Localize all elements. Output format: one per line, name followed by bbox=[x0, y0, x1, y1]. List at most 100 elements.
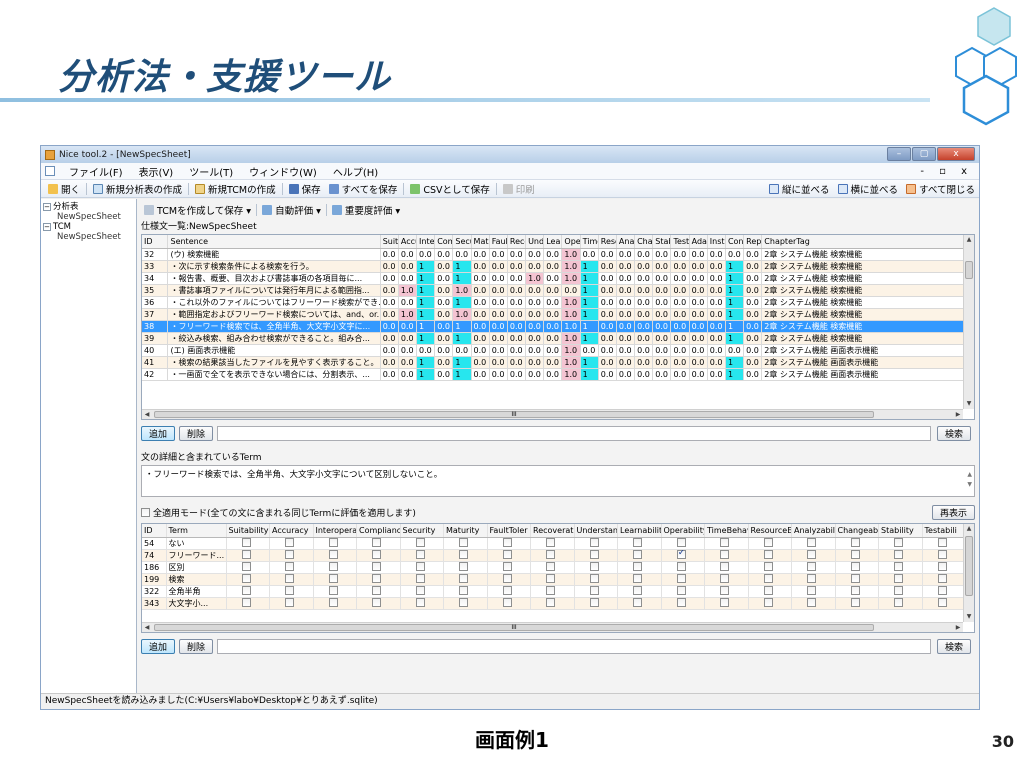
sentence-cell[interactable]: ・報告書、概要、目次および書誌事項の各項目毎に... bbox=[167, 272, 381, 285]
score-cell[interactable]: 0.0 bbox=[689, 368, 708, 381]
scroll-right-icon[interactable]: ▶ bbox=[953, 410, 963, 419]
score-cell[interactable]: 1 bbox=[452, 272, 472, 285]
term-vertical-scrollbar[interactable]: ▲ ▼ bbox=[963, 524, 974, 622]
characteristic-checkbox[interactable] bbox=[372, 561, 382, 571]
maximize-button[interactable]: ▢ bbox=[912, 147, 936, 161]
characteristic-checkbox[interactable] bbox=[763, 573, 773, 583]
characteristic-checkbox[interactable] bbox=[937, 573, 947, 583]
column-header[interactable]: Char bbox=[634, 235, 654, 249]
score-cell[interactable]: 0.0 bbox=[471, 248, 490, 261]
score-cell[interactable]: 0.0 bbox=[634, 332, 654, 345]
column-header[interactable]: Repl bbox=[743, 235, 763, 249]
table-row[interactable]: 33 ・次に示す検索条件による検索を行う。 0.0 0.0 1 0.0 1 0.0 0.0 0.0… bbox=[142, 260, 964, 273]
score-cell[interactable]: 0.0 bbox=[689, 248, 708, 261]
table-row[interactable]: 35 ・書誌事項ファイルについては発行年月による範囲指... 0.0 1.0 1 0.0 1… bbox=[142, 284, 964, 297]
score-cell[interactable]: 1 bbox=[725, 332, 745, 345]
collapse-icon[interactable]: − bbox=[43, 203, 51, 211]
table-row[interactable]: 38 ・フリーワード検索では、全角半角、大文字小文字に... 0.0 0.0 1 0.0 1… bbox=[142, 320, 964, 333]
score-cell[interactable]: 0.0 bbox=[543, 284, 563, 297]
score-cell[interactable]: 0.0 bbox=[634, 284, 654, 297]
score-cell[interactable]: 0.0 bbox=[398, 260, 418, 273]
column-header[interactable]: TimeBehav bbox=[704, 524, 749, 538]
column-header[interactable]: Adap bbox=[689, 235, 708, 249]
column-header[interactable]: Stability bbox=[878, 524, 923, 538]
table-row[interactable]: 39 ・絞込み検索、組み合わせ検索ができること。組み合... 0.0 0.0 1 0.0 1… bbox=[142, 332, 964, 345]
characteristic-checkbox[interactable] bbox=[633, 537, 643, 547]
characteristic-checkbox[interactable] bbox=[676, 549, 686, 559]
sentence-cell[interactable]: ・これ以外のファイルについてはフリーワード検索ができ... bbox=[167, 296, 381, 309]
score-cell[interactable]: 0.0 bbox=[652, 308, 672, 321]
scroll-up-icon[interactable]: ▲ bbox=[964, 524, 974, 534]
new-analysis-button[interactable]: 新規分析表の作成 bbox=[89, 182, 186, 196]
score-cell[interactable]: 1 bbox=[580, 368, 599, 381]
score-cell[interactable]: 1 bbox=[580, 296, 599, 309]
scroll-thumb[interactable] bbox=[965, 536, 973, 596]
auto-eval-dropdown[interactable]: 自動評価 ▾ bbox=[259, 203, 324, 217]
score-cell[interactable]: 0.0 bbox=[507, 356, 527, 369]
score-cell[interactable]: 0.0 bbox=[398, 368, 418, 381]
score-cell[interactable]: 0.0 bbox=[670, 284, 690, 297]
score-cell[interactable]: 0.0 bbox=[507, 272, 527, 285]
score-cell[interactable]: 1 bbox=[725, 296, 745, 309]
characteristic-checkbox[interactable] bbox=[937, 561, 947, 571]
column-header[interactable]: Matu bbox=[471, 235, 490, 249]
score-cell[interactable]: 0.0 bbox=[634, 320, 654, 333]
characteristic-checkbox[interactable] bbox=[763, 537, 773, 547]
characteristic-checkbox[interactable] bbox=[676, 561, 686, 571]
score-cell[interactable]: 0.0 bbox=[452, 344, 472, 357]
characteristic-checkbox[interactable] bbox=[372, 585, 382, 595]
score-cell[interactable]: 0.0 bbox=[652, 296, 672, 309]
score-cell[interactable]: 0.0 bbox=[416, 248, 436, 261]
characteristic-checkbox[interactable] bbox=[328, 549, 338, 559]
score-cell[interactable]: 0.0 bbox=[489, 296, 508, 309]
characteristic-checkbox[interactable] bbox=[502, 561, 512, 571]
score-cell[interactable]: 0.0 bbox=[616, 356, 636, 369]
score-cell[interactable]: 0.0 bbox=[398, 272, 418, 285]
score-cell[interactable]: 0.0 bbox=[707, 368, 726, 381]
score-cell[interactable]: 0.0 bbox=[598, 272, 617, 285]
characteristic-checkbox[interactable] bbox=[763, 585, 773, 595]
score-cell[interactable]: 1 bbox=[416, 368, 436, 381]
score-cell[interactable]: 0.0 bbox=[434, 368, 454, 381]
score-cell[interactable]: 0.0 bbox=[525, 368, 545, 381]
characteristic-checkbox[interactable] bbox=[850, 573, 860, 583]
score-cell[interactable]: 0.0 bbox=[670, 356, 690, 369]
score-cell[interactable]: 0.0 bbox=[634, 248, 654, 261]
characteristic-checkbox[interactable] bbox=[720, 549, 730, 559]
characteristic-checkbox[interactable] bbox=[850, 585, 860, 595]
score-cell[interactable]: 0.0 bbox=[616, 308, 636, 321]
window-titlebar[interactable]: Nice tool.2 - [NewSpecSheet] – ▢ x bbox=[41, 146, 979, 163]
score-cell[interactable]: 0.0 bbox=[507, 260, 527, 273]
score-cell[interactable]: 0.0 bbox=[543, 260, 563, 273]
score-cell[interactable]: 0.0 bbox=[670, 248, 690, 261]
score-cell[interactable]: 0.0 bbox=[489, 272, 508, 285]
score-cell[interactable]: 0.0 bbox=[616, 260, 636, 273]
characteristic-checkbox[interactable] bbox=[502, 585, 512, 595]
score-cell[interactable]: 1 bbox=[580, 332, 599, 345]
score-cell[interactable]: 0.0 bbox=[652, 272, 672, 285]
menu-tools[interactable]: ツール(T) bbox=[181, 164, 241, 179]
score-cell[interactable]: 0.0 bbox=[670, 368, 690, 381]
characteristic-checkbox[interactable] bbox=[285, 549, 295, 559]
score-cell[interactable]: 1.0 bbox=[452, 308, 472, 321]
column-header[interactable]: ResourceE bbox=[748, 524, 792, 538]
characteristic-checkbox[interactable] bbox=[459, 561, 469, 571]
scroll-thumb[interactable]: III bbox=[154, 624, 874, 631]
characteristic-checkbox[interactable] bbox=[546, 549, 556, 559]
apply-mode-checkbox[interactable] bbox=[141, 507, 150, 517]
score-cell[interactable]: 0.0 bbox=[689, 356, 708, 369]
score-cell[interactable]: 0.0 bbox=[434, 296, 454, 309]
column-header[interactable]: Changeabi bbox=[835, 524, 879, 538]
close-button[interactable]: x bbox=[937, 147, 975, 161]
score-cell[interactable]: 0.0 bbox=[489, 344, 508, 357]
characteristic-checkbox[interactable] bbox=[372, 573, 382, 583]
score-cell[interactable]: 0.0 bbox=[471, 332, 490, 345]
score-cell[interactable]: 0.0 bbox=[743, 260, 763, 273]
table-row[interactable]: 36 ・これ以外のファイルについてはフリーワード検索ができ... 0.0 0.0 1 0.… bbox=[142, 296, 964, 309]
characteristic-checkbox[interactable] bbox=[285, 573, 295, 583]
column-header[interactable]: ID bbox=[142, 524, 167, 538]
score-cell[interactable]: 1 bbox=[416, 356, 436, 369]
score-cell[interactable]: 0.0 bbox=[507, 368, 527, 381]
score-cell[interactable]: 0.0 bbox=[707, 260, 726, 273]
characteristic-checkbox[interactable] bbox=[328, 561, 338, 571]
